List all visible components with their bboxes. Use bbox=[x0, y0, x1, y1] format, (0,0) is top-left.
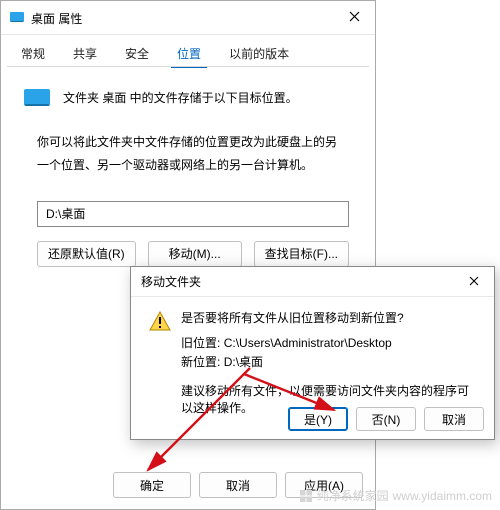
watermark-brand: 纯净系统家园 bbox=[317, 487, 389, 504]
dialog-button-row: 是(Y) 否(N) 取消 bbox=[131, 399, 494, 439]
new-location-label: 新位置: bbox=[181, 355, 220, 369]
tab-security[interactable]: 安全 bbox=[111, 39, 163, 67]
move-button[interactable]: 移动(M)... bbox=[148, 241, 242, 267]
window-title: 桌面 属性 bbox=[31, 9, 333, 27]
tab-body-location: 文件夹 桌面 中的文件存储于以下目标位置。 你可以将此文件夹中文件存储的位置更改… bbox=[1, 67, 375, 277]
tab-sharing[interactable]: 共享 bbox=[59, 39, 111, 67]
dialog-title: 移动文件夹 bbox=[141, 273, 454, 290]
help-text: 你可以将此文件夹中文件存储的位置更改为此硬盘上的另一个位置、另一个驱动器或网络上… bbox=[37, 131, 339, 177]
button-label: 还原默认值(R) bbox=[48, 245, 125, 262]
folder-icon bbox=[23, 85, 51, 109]
tab-general[interactable]: 常规 bbox=[7, 39, 59, 67]
cancel-button[interactable]: 取消 bbox=[199, 472, 277, 498]
button-label: 查找目标(F)... bbox=[265, 245, 338, 262]
tab-label: 安全 bbox=[125, 47, 149, 61]
dialog-question: 是否要将所有文件从旧位置移动到新位置? bbox=[181, 309, 480, 326]
dialog-cancel-button[interactable]: 取消 bbox=[424, 407, 484, 431]
tab-previous-versions[interactable]: 以前的版本 bbox=[215, 39, 303, 67]
folder-header-text: 文件夹 桌面 中的文件存储于以下目标位置。 bbox=[63, 89, 298, 106]
location-path-input[interactable] bbox=[37, 201, 349, 227]
close-icon bbox=[349, 11, 360, 25]
titlebar: 桌面 属性 bbox=[1, 1, 375, 35]
close-button[interactable] bbox=[333, 1, 375, 34]
tab-location[interactable]: 位置 bbox=[163, 39, 215, 67]
new-location-value: D:\桌面 bbox=[224, 355, 263, 369]
yes-button[interactable]: 是(Y) bbox=[288, 407, 348, 431]
watermark: 纯净系统家园 www.yidaimm.com bbox=[299, 487, 492, 504]
button-label: 否(N) bbox=[372, 411, 401, 428]
location-button-row: 还原默认值(R) 移动(M)... 查找目标(F)... bbox=[37, 241, 353, 267]
move-folder-dialog: 移动文件夹 是否要将所有文件从旧位置移动到新位置? 旧位置: C:\Users\… bbox=[130, 266, 495, 440]
close-icon bbox=[469, 275, 479, 289]
restore-default-button[interactable]: 还原默认值(R) bbox=[37, 241, 136, 267]
ok-button[interactable]: 确定 bbox=[113, 472, 191, 498]
old-location-label: 旧位置: bbox=[181, 336, 220, 350]
find-target-button[interactable]: 查找目标(F)... bbox=[254, 241, 349, 267]
button-label: 是(Y) bbox=[304, 411, 332, 428]
tabs-underline bbox=[7, 66, 369, 67]
no-button[interactable]: 否(N) bbox=[356, 407, 416, 431]
desktop-icon bbox=[9, 10, 25, 26]
button-label: 取消 bbox=[226, 477, 250, 494]
tab-label: 共享 bbox=[73, 47, 97, 61]
watermark-icon bbox=[299, 489, 313, 503]
tabs: 常规 共享 安全 位置 以前的版本 bbox=[1, 37, 375, 67]
button-label: 取消 bbox=[442, 411, 466, 428]
old-location-row: 旧位置: C:\Users\Administrator\Desktop bbox=[181, 334, 480, 353]
button-label: 移动(M)... bbox=[169, 245, 221, 262]
old-location-value: C:\Users\Administrator\Desktop bbox=[224, 336, 392, 350]
new-location-row: 新位置: D:\桌面 bbox=[181, 353, 480, 372]
folder-header: 文件夹 桌面 中的文件存储于以下目标位置。 bbox=[23, 85, 353, 109]
dialog-titlebar: 移动文件夹 bbox=[131, 267, 494, 297]
button-label: 确定 bbox=[140, 477, 164, 494]
tab-label: 以前的版本 bbox=[229, 47, 289, 61]
dialog-close-button[interactable] bbox=[454, 267, 494, 296]
watermark-url: www.yidaimm.com bbox=[393, 489, 492, 503]
tab-label: 常规 bbox=[21, 47, 45, 61]
tab-label: 位置 bbox=[177, 47, 201, 61]
